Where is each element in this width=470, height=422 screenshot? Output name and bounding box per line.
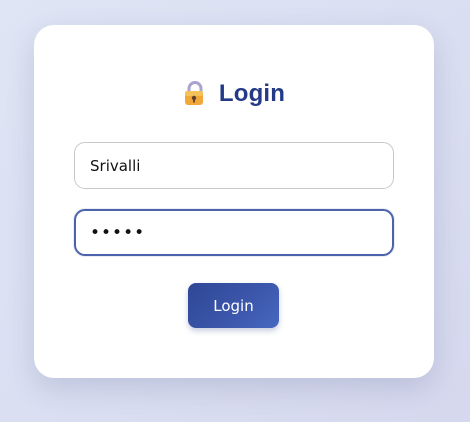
username-input[interactable]: Srivalli — [74, 142, 394, 189]
login-header: Login — [34, 79, 434, 109]
page-title: Login — [218, 80, 286, 107]
login-card: Login Srivalli ••••• Login — [34, 25, 434, 378]
lock-icon — [183, 81, 207, 107]
login-button[interactable]: Login — [188, 283, 279, 328]
password-input[interactable]: ••••• — [74, 209, 394, 256]
